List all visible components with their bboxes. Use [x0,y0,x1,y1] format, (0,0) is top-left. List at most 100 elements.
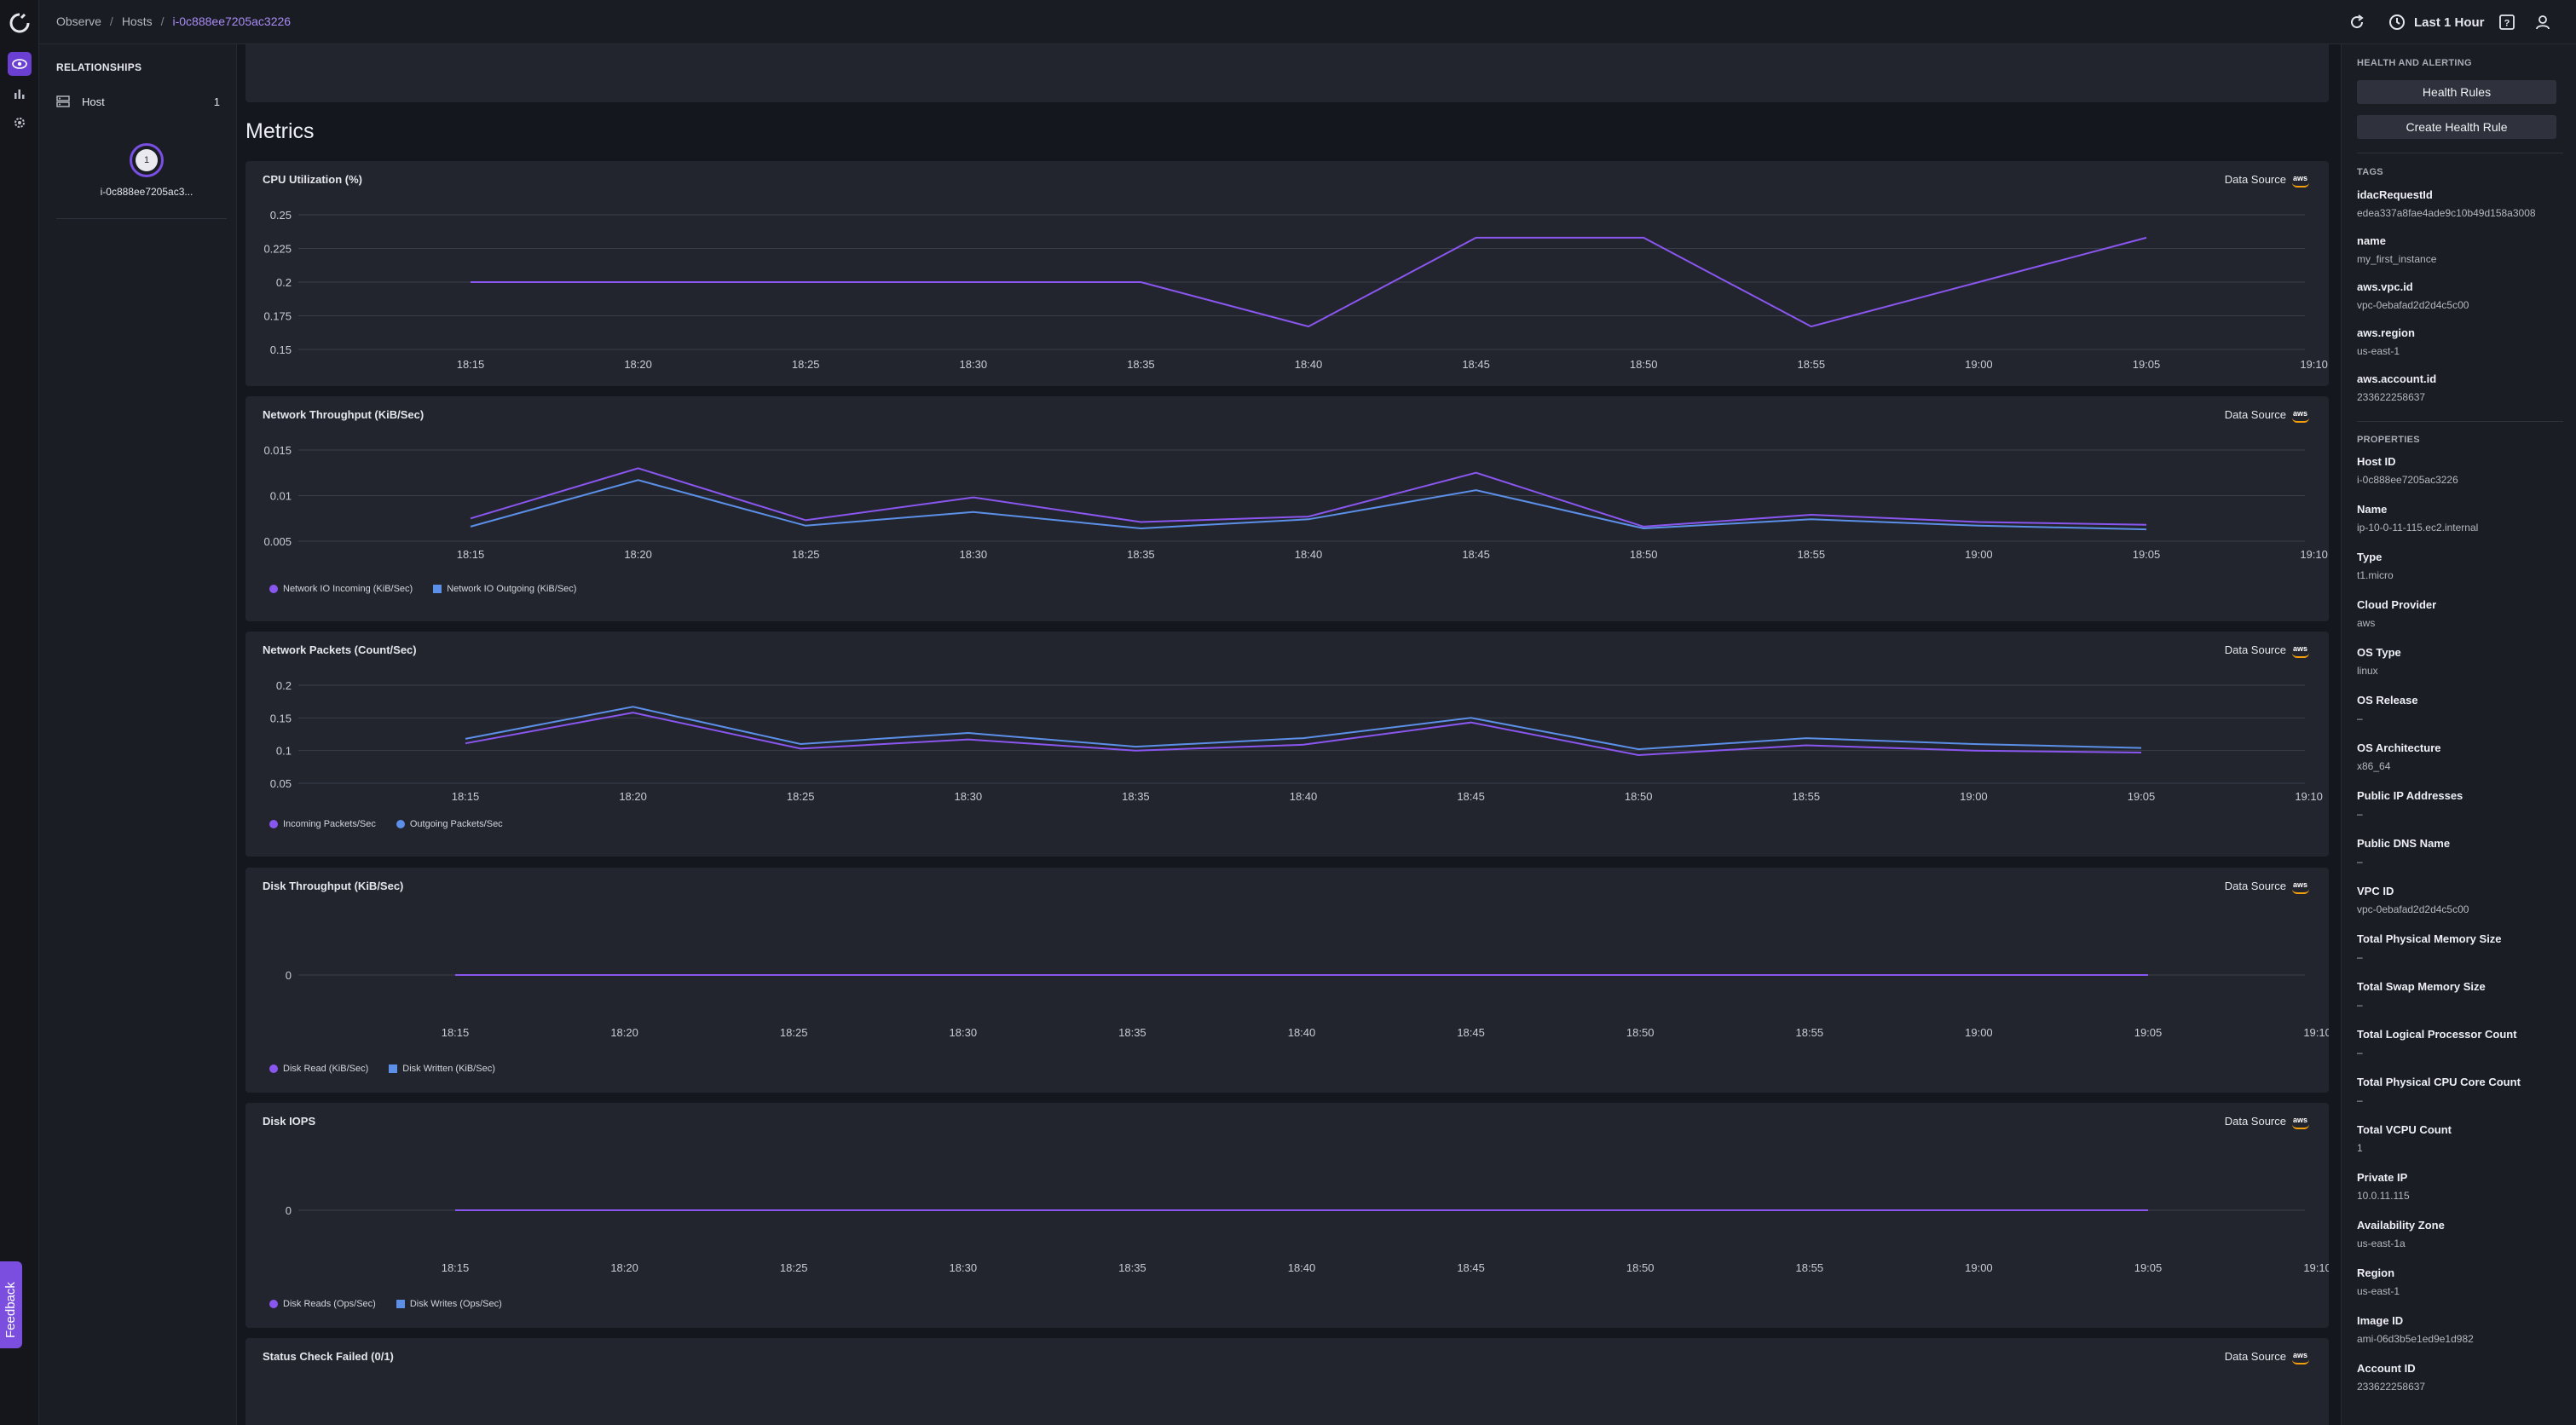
kv-key: Region [2357,1266,2395,1279]
y-tick-label: 0.15 [270,712,292,724]
x-tick-label: 18:50 [1625,790,1653,803]
create-health-rule-button[interactable]: Create Health Rule [2357,115,2556,139]
x-tick-label: 18:15 [442,1261,470,1274]
metric-card: Network Packets (Count/Sec) Data Source aw… [245,632,2329,857]
time-range-picker[interactable]: Last 1 Hour [2388,11,2485,33]
kv-value: us-east-1 [2357,1285,2400,1297]
x-tick-label: 18:50 [1626,1026,1655,1039]
x-tick-label: 18:20 [619,790,647,803]
help-icon[interactable]: ? [2496,11,2518,33]
y-tick-label: 0 [286,969,292,982]
kv-value: my_first_instance [2357,253,2437,265]
kv-key: aws.account.id [2357,372,2437,385]
y-tick-label: 0.225 [263,243,292,256]
x-tick-label: 18:30 [960,358,988,371]
x-tick-label: 18:25 [780,1026,808,1039]
breadcrumb-hosts[interactable]: Hosts [122,14,153,28]
top-bar: Observe / Hosts / i-0c888ee7205ac3226 Last 1… [39,0,2576,44]
legend-item[interactable]: Disk Read (KiB/Sec) [269,1064,368,1074]
x-tick-label: 19:10 [2295,790,2323,803]
metrics-main: Metrics CPU Utilization (%) Data Source aw… [237,44,2341,1425]
divider [2357,421,2563,422]
relationships-panel: RELATIONSHIPS Host 1 1 i-0c888ee7205ac3.… [39,44,237,1425]
kv-key: OS Architecture [2357,741,2441,754]
legend-label: Disk Writes (Ops/Sec) [409,1299,502,1309]
legend-item[interactable]: Disk Written (KiB/Sec) [389,1064,495,1074]
legend-label: Network IO Incoming (KiB/Sec) [283,584,413,594]
line-chart[interactable]: 0 18:15 18:20 18:25 18:30 18:35 18:40 18:45 18:5… [245,1103,2329,1328]
x-tick-label: 18:25 [787,790,815,803]
refresh-icon[interactable] [2346,11,2368,33]
breadcrumb: Observe / Hosts / i-0c888ee7205ac3226 [56,14,291,28]
legend-dot-icon [269,1064,278,1073]
kv-key: idacRequestId [2357,188,2433,201]
aws-logo-icon: aws [2291,1351,2310,1364]
x-tick-label: 18:45 [1462,358,1490,371]
kv-key: Public DNS Name [2357,837,2451,850]
legend-dot-icon [269,1300,278,1308]
x-tick-label: 18:35 [1118,1026,1146,1039]
x-tick-label: 18:20 [610,1261,638,1274]
line-chart[interactable]: 0.25 0.225 0.2 0.175 0.15 18:15 18:20 18:25 18:3… [245,161,2329,386]
legend-item[interactable]: Disk Writes (Ops/Sec) [396,1299,502,1309]
kv-key: OS Release [2357,694,2418,707]
series-line[interactable] [470,467,2147,528]
legend-label: Disk Written (KiB/Sec) [402,1064,495,1074]
kv-value: x86_64 [2357,760,2391,772]
feedback-tab[interactable]: Feedback [0,1261,22,1348]
legend-item[interactable]: Network IO Incoming (KiB/Sec) [269,584,413,594]
data-source-indicator[interactable]: Data Source aws [2225,1350,2310,1364]
x-tick-label: 19:00 [1965,548,1993,561]
app-logo-icon[interactable] [9,12,31,34]
y-tick-label: 0.2 [276,679,292,692]
series-line[interactable] [465,712,2142,757]
health-rules-button[interactable]: Health Rules [2357,80,2556,104]
x-tick-label: 18:15 [442,1026,470,1039]
kv-value: us-east-1 [2357,345,2400,357]
x-tick-label: 18:40 [1288,1261,1316,1274]
user-account-icon[interactable] [2532,11,2554,33]
metric-card: Disk IOPS Data Source aws 0 18:15 18:20 18:25 1… [245,1103,2329,1328]
x-tick-label: 18:20 [610,1026,638,1039]
x-tick-label: 18:50 [1626,1261,1655,1274]
x-tick-label: 19:05 [2133,548,2161,561]
host-node-label: i-0c888ee7205ac3... [100,186,193,198]
x-tick-label: 18:35 [1127,358,1155,371]
x-tick-label: 18:30 [955,790,983,803]
host-server-icon [56,95,70,107]
line-chart[interactable]: 0.2 0.15 0.1 0.05 18:15 18:20 18:25 18:30 18:35 1… [245,632,2329,857]
kv-key: Total Physical CPU Core Count [2357,1076,2521,1088]
y-tick-label: 0.175 [263,310,292,323]
metric-card: Status Check Failed (0/1) Data Source aws [245,1338,2329,1425]
series-line[interactable] [470,479,2147,531]
kv-value: vpc-0ebafad2d2d4c5c00 [2357,903,2469,915]
x-tick-label: 19:00 [1960,790,1988,803]
kv-key: Account ID [2357,1362,2416,1375]
kv-value: 1 [2357,1142,2363,1154]
x-tick-label: 19:05 [2134,1261,2163,1274]
page-title: Metrics [245,119,315,143]
legend-item[interactable]: Incoming Packets/Sec [269,819,376,829]
observe-eye-icon[interactable] [8,52,32,76]
kv-key: OS Type [2357,646,2401,659]
kv-key: VPC ID [2357,885,2394,897]
relationship-row-host[interactable]: Host 1 [56,92,227,111]
metric-card: Disk Throughput (KiB/Sec) Data Source aws 0… [245,868,2329,1093]
settings-gear-icon[interactable] [8,111,32,135]
legend-item[interactable]: Outgoing Packets/Sec [396,819,503,829]
x-tick-label: 18:25 [780,1261,808,1274]
x-tick-label: 18:55 [1796,1261,1824,1274]
legend-item[interactable]: Disk Reads (Ops/Sec) [269,1299,376,1309]
x-tick-label: 18:55 [1793,790,1821,803]
x-tick-label: 18:30 [960,548,988,561]
kv-value: vpc-0ebafad2d2d4c5c00 [2357,299,2469,311]
host-node[interactable]: 1 [130,143,164,177]
bar-chart-icon[interactable] [8,82,32,106]
legend-item[interactable]: Network IO Outgoing (KiB/Sec) [433,584,576,594]
line-chart[interactable]: 0 18:15 18:20 18:25 18:30 18:35 18:40 18:45 18:5… [245,868,2329,1093]
series-line[interactable] [465,706,2142,751]
kv-key: aws.region [2357,326,2415,339]
x-tick-label: 18:40 [1288,1026,1316,1039]
breadcrumb-observe[interactable]: Observe [56,14,101,28]
chart-legend: Incoming Packets/Sec Outgoing Packets/Sec [269,819,503,829]
